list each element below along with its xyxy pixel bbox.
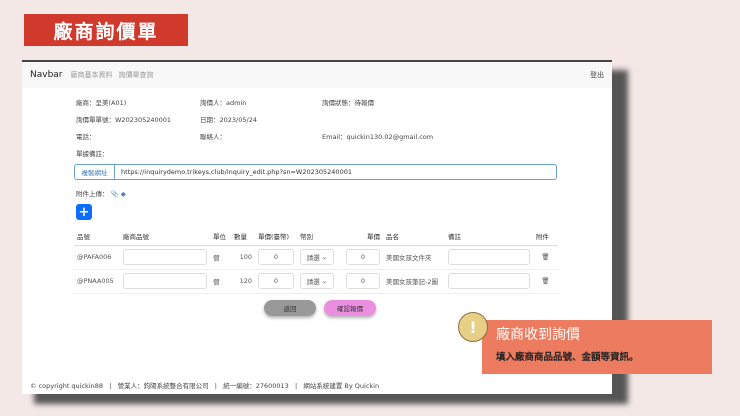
vendor-code-input[interactable] [123, 249, 207, 265]
col-note: 備註 [445, 228, 533, 246]
trash-icon[interactable]: 🗑 [533, 269, 558, 294]
nav-vendor-info[interactable]: 廠商基本資料 [71, 70, 113, 80]
col-attach: 附件 [533, 228, 558, 246]
copy-url-button[interactable]: 複製網址 [75, 165, 115, 179]
table-row: @PNAA005 個 120 0 請選 ⌄ 0 美國女孩筆記-2圖 🗑 [74, 269, 558, 294]
callout: 廠商收到詢價 填入廠商商品品號、金額等資訊。 [482, 320, 712, 374]
confirm-quote-button[interactable]: 確認報價 [324, 300, 376, 316]
table-row: @PAFA006 個 100 0 請選 ⌄ 0 美國女孩文件夾 🗑 [74, 245, 558, 270]
currency-select[interactable]: 請選 ⌄ [300, 249, 334, 265]
paperclip-icon[interactable]: 📎 [111, 190, 119, 198]
unit: 個 [210, 269, 231, 294]
exclamation-icon: ! [458, 312, 488, 342]
note-label: 單據備註： [76, 150, 109, 158]
col-unit: 單位 [210, 228, 231, 246]
note-input[interactable] [448, 249, 530, 265]
items-table: 品號 廠商品號 單位 數量 單價(臺幣) 幣別 單價 品名 備註 附件 @PAF… [74, 228, 558, 294]
footer: © copyright quickin88 | 營業人：鈞陽系統整合有限公司 |… [30, 382, 380, 390]
callout-text: 填入廠商商品品號、金額等資訊。 [496, 352, 639, 363]
unit: 個 [210, 245, 231, 270]
col-name: 品名 [383, 228, 445, 246]
col-qty: 數量 [231, 228, 255, 246]
phone: 電話： [76, 133, 96, 141]
contact: 聯絡人： [200, 133, 226, 141]
currency-value: 請選 [306, 254, 320, 262]
inquirer: 詢價人：admin [200, 99, 247, 107]
callout-title: 廠商收到詢價 [496, 327, 580, 343]
col-currency: 幣別 [297, 228, 337, 246]
email: Email：quickin130.02@gmail.com [322, 133, 434, 141]
navbar-brand[interactable]: Navbar [30, 70, 63, 80]
product-name: 美國女孩文件夾 [383, 245, 445, 270]
status: 詢價狀態：待報價 [322, 99, 374, 107]
inquiry-number: 詢價單單號：W202305240001 [76, 116, 172, 124]
add-row-button[interactable]: + [76, 204, 92, 220]
code: @PAFA006 [74, 245, 120, 270]
code: @PNAA005 [74, 269, 120, 294]
qty: 100 [231, 245, 255, 270]
logout-link[interactable]: 登出 [590, 70, 604, 80]
nav-inquiry-search[interactable]: 詢價單查詢 [119, 70, 154, 80]
navbar: Navbar 廠商基本資料 詢價單查詢 登出 [22, 62, 612, 88]
attach-text: 附件上傳： [76, 190, 109, 198]
price-input[interactable]: 0 [346, 273, 380, 289]
date: 日期：2023/05/24 [200, 116, 257, 124]
attach-label: 附件上傳： 📎 ◆ [76, 188, 126, 198]
back-button[interactable]: 返回 [264, 300, 316, 316]
vendor-code-input[interactable] [123, 273, 207, 289]
upload-icon[interactable]: ◆ [121, 190, 126, 198]
col-price: 單價 [337, 228, 383, 246]
url-input[interactable]: https://inquirydemo.trikeys.club/inquiry… [115, 165, 352, 179]
url-group: 複製網址 https://inquirydemo.trikeys.club/in… [74, 164, 557, 180]
twd-price-input[interactable]: 0 [258, 249, 294, 265]
col-twd: 單價(臺幣) [255, 228, 297, 246]
price-input[interactable]: 0 [346, 249, 380, 265]
col-code: 品號 [74, 228, 120, 246]
vendor: 廠商：呈美(A01) [76, 99, 127, 107]
qty: 120 [231, 269, 255, 294]
product-name: 美國女孩筆記-2圖 [383, 269, 445, 294]
currency-select[interactable]: 請選 ⌄ [300, 273, 334, 289]
col-vendor-code: 廠商品號 [120, 228, 210, 246]
twd-price-input[interactable]: 0 [258, 273, 294, 289]
trash-icon[interactable]: 🗑 [533, 245, 558, 270]
note-input[interactable] [448, 273, 530, 289]
page-banner: 廠商詢價單 [24, 14, 188, 46]
currency-value: 請選 [306, 278, 320, 286]
